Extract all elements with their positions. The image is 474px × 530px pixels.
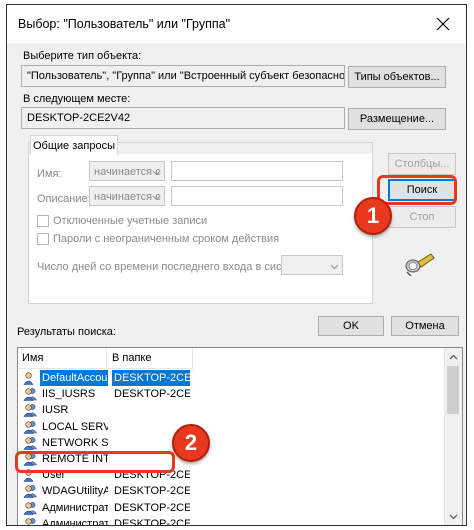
disabled-accounts-checkbox[interactable]: [37, 215, 49, 227]
table-row[interactable]: WDAGUtilityA... DESKTOP-2CE...: [20, 483, 190, 499]
user-group-icon: [23, 501, 37, 515]
scroll-thumb[interactable]: [447, 366, 459, 414]
user-row-highlight: [15, 451, 175, 473]
column-separator: [192, 348, 193, 368]
row-folder: DESKTOP-2CE...: [114, 517, 190, 526]
object-type-field: "Пользователь", "Группа" или "Встроенный…: [21, 65, 345, 87]
description-condition-select[interactable]: начинается с: [89, 186, 165, 206]
locations-button[interactable]: Размещение...: [348, 108, 446, 130]
search-button-highlight: [377, 175, 457, 205]
table-row[interactable]: NETWORK S...: [20, 435, 190, 451]
row-folder: DESKTOP-2CE...: [114, 485, 190, 498]
user-group-icon: [25, 517, 36, 525]
name-condition-value: начинается с: [94, 166, 161, 178]
stop-button[interactable]: Стоп: [388, 206, 456, 228]
chevron-down-icon: [330, 264, 339, 270]
user-group-icon: [23, 436, 37, 450]
disabled-accounts-label: Отключенные учетные записи: [53, 215, 208, 227]
search-results-label: Результаты поиска:: [17, 326, 116, 338]
close-button[interactable]: [430, 11, 456, 37]
location-field: DESKTOP-2CE2V42: [21, 107, 345, 129]
name-input[interactable]: [171, 161, 343, 181]
results-list-header: Имя В папке: [18, 348, 193, 369]
callout-step-2: 2: [172, 424, 210, 462]
title-bar: Выбор: "Пользователь" или "Группа": [7, 5, 466, 43]
no-expire-password-checkbox[interactable]: [37, 233, 49, 245]
row-folder: DESKTOP-2CE...: [112, 370, 190, 386]
callout-step-1: 1: [354, 197, 392, 235]
search-results-list[interactable]: Имя В папке DefaultAccountDESKTOP-2CE...…: [17, 347, 463, 526]
description-input[interactable]: [171, 186, 343, 206]
table-row[interactable]: DefaultAccountDESKTOP-2CE...: [20, 370, 190, 386]
row-folder: DESKTOP-2CE...: [114, 388, 190, 401]
row-name: NETWORK S...: [42, 436, 108, 449]
column-header-name[interactable]: Имя: [22, 352, 43, 364]
tab-common-queries[interactable]: Общие запросы: [30, 135, 118, 155]
name-label: Имя:: [37, 168, 62, 180]
object-types-button[interactable]: Типы объектов...: [348, 66, 446, 88]
days-since-login-label: Число дней со времени последнего входа в…: [37, 261, 309, 273]
table-row[interactable]: Администрат... DESKTOP-2CE...: [20, 500, 190, 516]
user-group-icon: [23, 420, 37, 434]
user-icon: [23, 372, 34, 385]
table-row[interactable]: IIS_IUSRS DESKTOP-2CE...: [20, 386, 190, 402]
row-name: IIS_IUSRS: [42, 388, 96, 401]
row-name: IUSR: [42, 404, 69, 417]
flashlight-search-icon: [405, 253, 435, 277]
cancel-button[interactable]: Отмена: [391, 316, 459, 336]
description-condition-value: начинается с: [94, 191, 161, 203]
ok-button[interactable]: OK: [318, 316, 384, 336]
user-group-icon: [23, 485, 37, 499]
window-title: Выбор: "Пользователь" или "Группа": [18, 17, 231, 31]
row-name: WDAGUtilityA...: [42, 485, 108, 498]
table-row[interactable]: LOCAL SERV...: [20, 419, 190, 435]
location-label: В следующем месте:: [23, 93, 131, 105]
scroll-up-icon[interactable]: [448, 352, 459, 363]
row-folder: DESKTOP-2CE...: [114, 501, 190, 514]
user-group-icon: [23, 388, 37, 401]
object-type-label: Выберите тип объекта:: [23, 50, 142, 62]
close-icon: [436, 17, 450, 31]
description-label: Описание:: [37, 193, 91, 205]
chevron-down-icon: [152, 170, 161, 176]
row-folder: [112, 402, 190, 418]
chevron-down-icon: [152, 195, 161, 201]
row-name: DefaultAccount: [40, 370, 108, 386]
search-icon: [403, 250, 437, 277]
select-user-group-dialog: Выбор: "Пользователь" или "Группа" Выбер…: [6, 4, 467, 526]
table-row[interactable]: IUSR: [20, 402, 190, 418]
results-scrollbar[interactable]: [444, 348, 462, 525]
no-expire-password-label: Пароли с неограниченным сроком действия: [53, 233, 280, 245]
row-name: Администрат...: [42, 501, 108, 514]
table-row[interactable]: Администрат... DESKTOP-2CE...: [20, 516, 190, 526]
name-condition-select[interactable]: начинается с: [89, 161, 165, 181]
column-header-folder[interactable]: В папке: [112, 352, 151, 364]
row-name: Администрат...: [42, 517, 108, 526]
days-since-login-select[interactable]: [281, 255, 343, 275]
columns-button[interactable]: Столбцы...: [388, 153, 456, 175]
user-group-icon: [23, 404, 37, 418]
scroll-down-icon[interactable]: [448, 511, 459, 522]
column-separator: [106, 348, 107, 368]
row-name: LOCAL SERV...: [42, 420, 108, 433]
